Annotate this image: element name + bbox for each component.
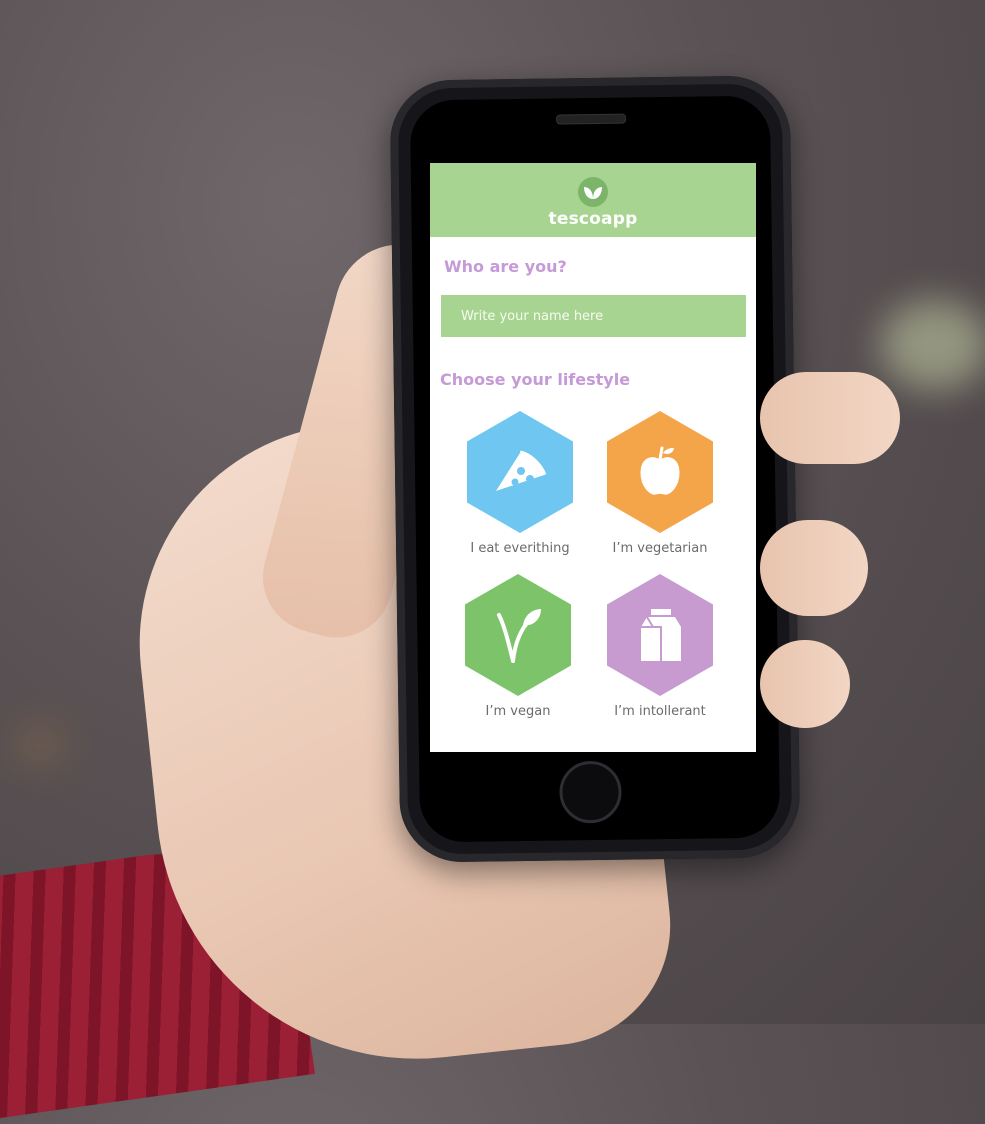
hand-finger-ring [760, 640, 850, 728]
lifestyle-option-vegan[interactable]: I’m vegan [458, 574, 578, 719]
hand-finger-middle [760, 520, 868, 616]
app-name: tescoapp [548, 209, 638, 229]
background-blur-spot [10, 720, 70, 770]
option-label: I’m vegetarian [612, 541, 708, 556]
app-screen: tescoapp Who are you? Choose your lifest… [430, 163, 756, 752]
lifestyle-option-intolerant[interactable]: I’m intollerant [600, 574, 720, 719]
option-label: I’m vegan [485, 704, 551, 719]
background-blur-leaf [880, 300, 985, 390]
leaf-icon [465, 574, 571, 696]
phone-speaker [556, 113, 627, 125]
milk-carton-icon [607, 574, 713, 696]
lifestyle-option-everything[interactable]: I eat everithing [460, 411, 580, 556]
lifestyle-option-vegetarian[interactable]: I’m vegetarian [600, 411, 720, 556]
option-label: I eat everithing [470, 541, 570, 556]
hand-finger-index [760, 372, 900, 464]
name-input[interactable] [441, 295, 746, 337]
who-are-you-heading: Who are you? [444, 257, 567, 276]
apple-icon [607, 411, 713, 533]
app-header: tescoapp [430, 163, 756, 237]
leaf-logo-icon [578, 177, 608, 207]
choose-lifestyle-heading: Choose your lifestyle [440, 370, 631, 389]
pizza-icon [467, 411, 573, 533]
option-label: I’m intollerant [614, 704, 706, 719]
